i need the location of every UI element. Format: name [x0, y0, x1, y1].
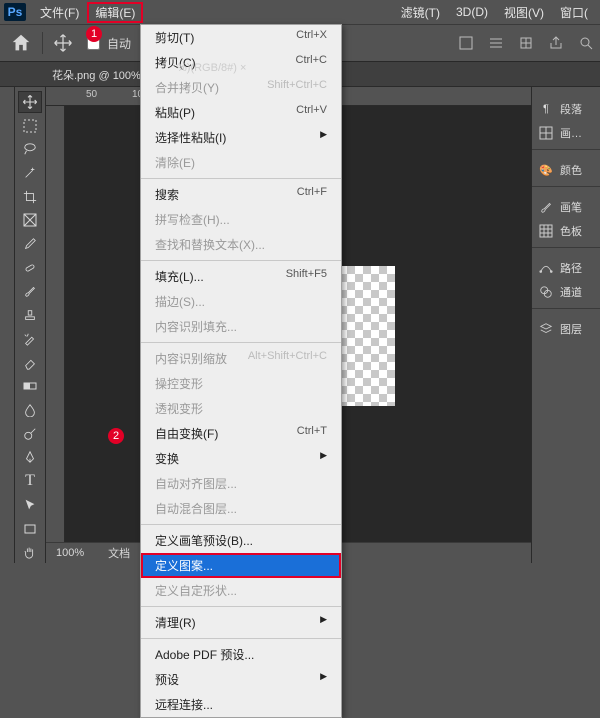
paragraph-icon: ¶: [538, 101, 554, 117]
layers-icon: [538, 321, 554, 337]
menu-transform[interactable]: 变换: [141, 446, 341, 471]
channels-icon: [538, 284, 554, 300]
panel-layers[interactable]: 图层: [532, 317, 600, 341]
menu-auto-align: 自动对齐图层...: [141, 471, 341, 496]
tool-crop[interactable]: [18, 186, 42, 208]
panel-brushes[interactable]: 画笔: [532, 195, 600, 219]
menu-file[interactable]: 文件(F): [32, 2, 87, 23]
tool-eyedropper[interactable]: [18, 233, 42, 255]
panel-color[interactable]: 🎨颜色: [532, 158, 600, 182]
menu-define-shape: 定义自定形状...: [141, 578, 341, 603]
opt-icon-1[interactable]: [456, 33, 476, 53]
home-icon[interactable]: [10, 32, 32, 54]
tool-heal[interactable]: [18, 257, 42, 279]
separator: [141, 342, 341, 343]
menu-brush-preset[interactable]: 定义画笔预设(B)...: [141, 528, 341, 553]
menu-paste[interactable]: 粘贴(P)Ctrl+V: [141, 100, 341, 125]
menu-clear: 清除(E): [141, 150, 341, 175]
separator: [141, 638, 341, 639]
search-icon[interactable]: [576, 33, 596, 53]
menu-define-pattern[interactable]: 定义图案...: [141, 553, 341, 578]
glyphs-icon: [538, 125, 554, 141]
tool-path-select[interactable]: [18, 494, 42, 516]
tool-wand[interactable]: [18, 162, 42, 184]
doc-info: 文档: [108, 545, 130, 561]
divider: [42, 32, 43, 54]
menu-find-replace: 查找和替换文本(X)...: [141, 232, 341, 257]
opt-icon-3[interactable]: [516, 33, 536, 53]
opt-icon-2[interactable]: [486, 33, 506, 53]
menu-stroke: 描边(S)...: [141, 289, 341, 314]
move-tool-options-icon: [53, 33, 73, 53]
app-logo: Ps: [4, 3, 26, 21]
separator: [141, 524, 341, 525]
panel-channels[interactable]: 通道: [532, 280, 600, 304]
zoom-level[interactable]: 100%: [56, 547, 84, 559]
tool-type[interactable]: T: [18, 470, 42, 492]
tool-gradient[interactable]: [18, 375, 42, 397]
menu-perspective: 透视变形: [141, 396, 341, 421]
menubar: Ps 文件(F) 编辑(E) 滤镜(T) 3D(D) 视图(V) 窗口(: [0, 0, 600, 24]
tool-rectangle[interactable]: [18, 518, 42, 540]
paths-icon: [538, 260, 554, 276]
document-tab-1[interactable]: 花朵.png @ 100%: [44, 64, 149, 86]
menu-adobe-pdf[interactable]: Adobe PDF 预设...: [141, 642, 341, 667]
menu-puppet: 操控变形: [141, 371, 341, 396]
annotation-badge-1: 1: [86, 26, 102, 42]
panel-paragraph[interactable]: ¶段落: [532, 97, 600, 121]
palette-icon: 🎨: [538, 162, 554, 178]
ruler-vertical: [46, 106, 65, 542]
share-icon[interactable]: [546, 33, 566, 53]
menu-remote[interactable]: 远程连接...: [141, 692, 341, 717]
separator: [141, 178, 341, 179]
panel-paths[interactable]: 路径: [532, 256, 600, 280]
tool-frame[interactable]: [18, 210, 42, 232]
menu-3d[interactable]: 3D(D): [448, 3, 496, 21]
swatches-icon: [538, 223, 554, 239]
annotation-badge-2: 2: [108, 428, 124, 444]
tool-move[interactable]: [18, 91, 42, 113]
menu-paste-special[interactable]: 选择性粘贴(I): [141, 125, 341, 150]
menu-copy-merged: 合并拷贝(Y)Shift+Ctrl+C: [141, 75, 341, 100]
menu-view[interactable]: 视图(V): [496, 2, 552, 23]
tool-lasso[interactable]: [18, 138, 42, 160]
auto-select-label: 自动: [107, 35, 131, 52]
menu-search[interactable]: 搜索Ctrl+F: [141, 182, 341, 207]
tools-collapse-strip[interactable]: [0, 87, 15, 563]
menu-spelling: 拼写检查(H)...: [141, 207, 341, 232]
menu-fill[interactable]: 填充(L)...Shift+F5: [141, 264, 341, 289]
separator: [141, 260, 341, 261]
tool-eraser[interactable]: [18, 352, 42, 374]
right-panels: ¶段落 画… 🎨颜色 画笔 色板 路径 通道 图层: [531, 87, 600, 563]
tool-history-brush[interactable]: [18, 328, 42, 350]
tool-pen[interactable]: [18, 447, 42, 469]
menu-window[interactable]: 窗口(: [552, 2, 596, 23]
menu-presets[interactable]: 预设: [141, 667, 341, 692]
tool-marquee[interactable]: [18, 115, 42, 137]
tools-panel: T: [15, 87, 46, 563]
tool-dodge[interactable]: [18, 423, 42, 445]
menu-cut[interactable]: 剪切(T)Ctrl+X: [141, 25, 341, 50]
tool-blur[interactable]: [18, 399, 42, 421]
menu-filter[interactable]: 滤镜(T): [393, 2, 448, 23]
menu-content-scale: 内容识别缩放Alt+Shift+Ctrl+C: [141, 346, 341, 371]
menu-copy[interactable]: 拷贝(C)Ctrl+C: [141, 50, 341, 75]
panel-swatches[interactable]: 色板: [532, 219, 600, 243]
tool-stamp[interactable]: [18, 304, 42, 326]
separator: [141, 606, 341, 607]
panel-glyphs[interactable]: 画…: [532, 121, 600, 145]
brush-icon: [538, 199, 554, 215]
menu-purge[interactable]: 清理(R): [141, 610, 341, 635]
tool-brush[interactable]: [18, 281, 42, 303]
edit-menu-dropdown: 剪切(T)Ctrl+X 拷贝(C)Ctrl+C 合并拷贝(Y)Shift+Ctr…: [140, 24, 342, 718]
menu-auto-blend: 自动混合图层...: [141, 496, 341, 521]
menu-edit[interactable]: 编辑(E): [87, 2, 143, 23]
menu-free-transform[interactable]: 自由变换(F)Ctrl+T: [141, 421, 341, 446]
menu-content-fill: 内容识别填充...: [141, 314, 341, 339]
